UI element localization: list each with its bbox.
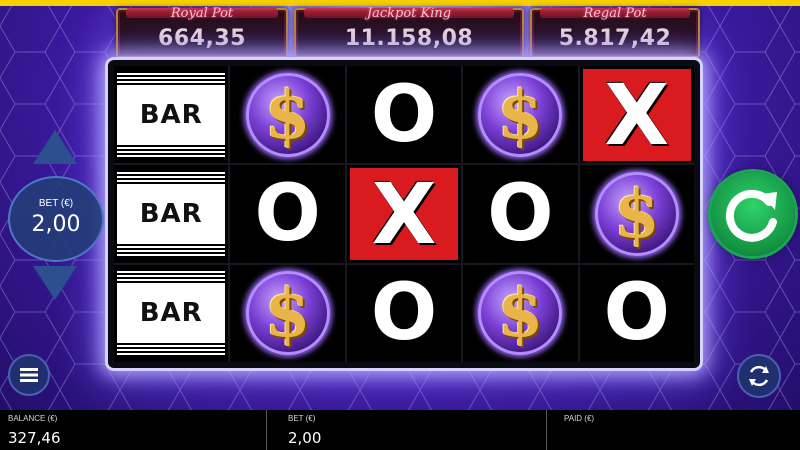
reel-cell: BAR [114, 264, 229, 362]
autoplay-button[interactable] [737, 354, 781, 398]
o-symbol: O [603, 268, 670, 359]
menu-button[interactable] [8, 354, 50, 396]
paid-label: PAID (€) [564, 414, 595, 423]
dollar-symbol-text: $ [264, 75, 311, 154]
bar-symbol: BAR [117, 169, 226, 258]
autoplay-refresh-icon [749, 365, 769, 387]
jackpot-jackpot-king: Jackpot King 11.158,08 [294, 6, 524, 58]
jackpot-title: Regal Pot [583, 6, 647, 21]
jackpot-amount: 5.817,42 [558, 26, 672, 51]
reel-cell: BAR [114, 66, 229, 164]
jackpot-amount: 664,35 [158, 26, 246, 51]
spin-button[interactable] [711, 172, 795, 256]
status-bar: BALANCE (€) 327,46 BET (€) 2,00 PAID (€) [0, 410, 800, 450]
bar-symbol: BAR [117, 70, 226, 159]
dollar-symbol-text: $ [613, 174, 660, 253]
reel-cell: $ [463, 66, 578, 164]
o-symbol: O [370, 69, 438, 160]
bet-decrease-button[interactable] [33, 266, 77, 300]
dollar-symbol: $ [478, 271, 563, 356]
dollar-symbol: $ [245, 271, 330, 356]
reels-frame: BAR $ O $ X BAR O X O $ BAR $ O $ O [108, 60, 700, 368]
status-bet-label: BET (€) [288, 414, 316, 423]
reel-cell: $ [579, 165, 694, 263]
jackpot-title: Royal Pot [170, 6, 234, 21]
x-symbol: X [582, 66, 691, 164]
bar-symbol-text: BAR [139, 298, 203, 329]
bar-symbol: BAR [117, 269, 226, 358]
o-symbol: O [370, 268, 438, 359]
o-symbol: O [254, 168, 321, 259]
reel-cell: BAR [114, 165, 229, 263]
status-bet-value: 2,00 [288, 429, 322, 447]
jackpot-royal-pot: Royal Pot 664,35 [116, 6, 288, 58]
balance-label: BALANCE (€) [8, 414, 58, 423]
reel-cell: X [579, 66, 694, 164]
status-divider [546, 410, 547, 450]
bar-symbol-text: BAR [139, 99, 203, 130]
status-divider [266, 410, 267, 450]
bar-symbol-text: BAR [139, 198, 203, 229]
dollar-symbol-text: $ [264, 274, 311, 353]
balance-value: 327,46 [8, 429, 61, 447]
dollar-symbol: $ [245, 72, 330, 157]
reel-cell: O [579, 264, 694, 362]
bet-display: BET (€) 2,00 [280, 410, 546, 450]
reel-cell: O [463, 165, 578, 263]
paid-display: PAID (€) [556, 410, 800, 450]
jackpot-regal-pot: Regal Pot 5.817,42 [530, 6, 700, 58]
reels-grid: BAR $ O $ X BAR O X O $ BAR $ O $ O [114, 66, 694, 362]
reel-cell: O [346, 264, 462, 362]
dollar-symbol: $ [594, 171, 679, 256]
o-symbol: O [487, 168, 554, 259]
x-symbol: X [349, 165, 458, 263]
dollar-symbol-text: $ [497, 75, 544, 154]
reel-cell: $ [230, 264, 345, 362]
dollar-symbol: $ [478, 72, 563, 157]
dollar-symbol-text: $ [497, 274, 544, 353]
reel-cell: $ [230, 66, 345, 164]
balance-display: BALANCE (€) 327,46 [0, 410, 266, 450]
x-symbol-text: X [371, 165, 437, 263]
bet-label: BET (€) [38, 198, 74, 209]
x-symbol-text: X [604, 66, 670, 164]
reel-cell: O [346, 66, 462, 164]
jackpot-title: Jackpot King [366, 6, 452, 21]
bet-selector[interactable]: BET (€) 2,00 [8, 176, 104, 262]
jackpot-amount: 11.158,08 [344, 26, 474, 51]
reel-cell: X [346, 165, 462, 263]
reel-cell: O [230, 165, 345, 263]
bet-value: 2,00 [31, 212, 81, 237]
hamburger-menu-icon [20, 368, 38, 382]
spin-arrow-icon [725, 189, 777, 242]
bet-increase-button[interactable] [33, 130, 77, 164]
reel-cell: $ [463, 264, 578, 362]
